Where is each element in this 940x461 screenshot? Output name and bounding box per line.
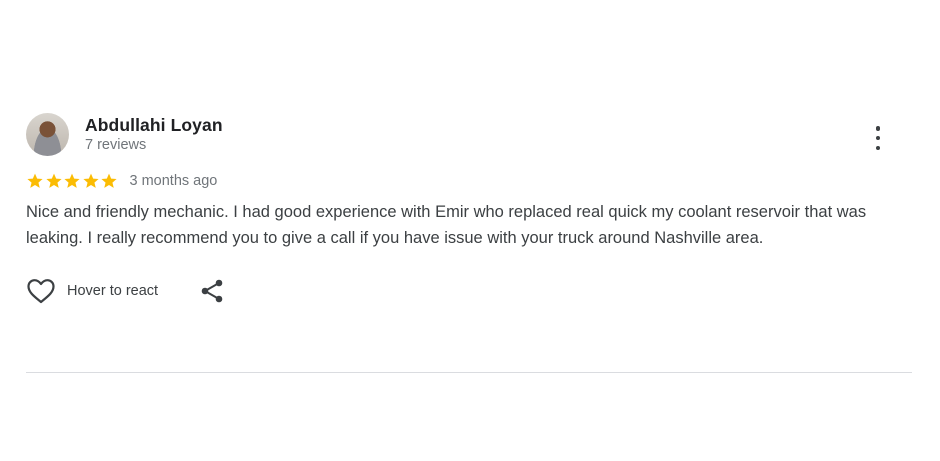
more-options-icon[interactable] bbox=[872, 126, 884, 150]
author-avatar[interactable] bbox=[26, 113, 69, 156]
heart-icon[interactable] bbox=[26, 278, 56, 304]
share-icon[interactable] bbox=[200, 278, 224, 304]
star-icon bbox=[45, 172, 63, 190]
star-icon bbox=[82, 172, 100, 190]
author-info: Abdullahi Loyan 7 reviews bbox=[85, 115, 223, 155]
author-name[interactable]: Abdullahi Loyan bbox=[85, 115, 223, 135]
rating-row: 3 months ago bbox=[26, 172, 912, 190]
star-rating bbox=[26, 172, 119, 190]
menu-dot bbox=[875, 126, 881, 131]
review-text: Nice and friendly mechanic. I had good e… bbox=[26, 203, 867, 247]
review-actions: Hover to react bbox=[26, 278, 912, 304]
star-icon bbox=[63, 172, 81, 190]
menu-dot bbox=[875, 145, 881, 150]
review-header: Abdullahi Loyan 7 reviews bbox=[26, 113, 912, 161]
react-label: Hover to react bbox=[67, 283, 159, 299]
menu-dot bbox=[875, 135, 881, 141]
star-icon bbox=[26, 172, 44, 190]
review-card: Abdullahi Loyan 7 reviews 3 months ago N… bbox=[26, 113, 912, 304]
react-button[interactable]: Hover to react bbox=[26, 278, 158, 304]
review-date: 3 months ago bbox=[129, 173, 218, 189]
star-icon bbox=[100, 172, 118, 190]
author-review-count: 7 reviews bbox=[85, 137, 147, 153]
review-divider bbox=[26, 372, 912, 373]
